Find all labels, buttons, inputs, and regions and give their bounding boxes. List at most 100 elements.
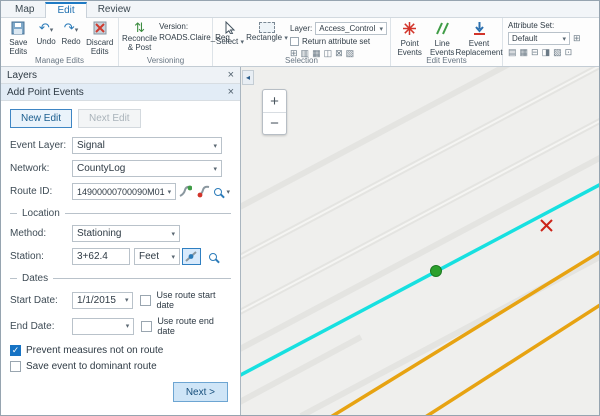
panel-title-bar: Add Point Events ×	[1, 84, 240, 101]
checkbox-icon	[140, 295, 151, 306]
checkbox-icon	[10, 361, 21, 372]
route-id-label: Route ID:	[10, 186, 72, 197]
return-attribute-set-checkbox[interactable]: Return attribute set	[290, 37, 387, 46]
layer-label: Layer:	[290, 24, 312, 33]
zoom-out-button[interactable]: −	[263, 112, 286, 134]
undo-icon: ↶▾	[39, 21, 53, 37]
attr-tool-icon[interactable]: ◨	[542, 47, 551, 58]
group-label-selection: Selection	[213, 56, 390, 66]
ribbon: Save Edits ↶▾ Undo ↷▾ Redo Discard Edits…	[1, 18, 599, 67]
chevron-down-icon: ▾	[284, 35, 288, 42]
dates-section-header: Dates	[10, 273, 231, 284]
map-canvas	[241, 67, 599, 416]
save-dominant-route-checkbox[interactable]: Save event to dominant route	[10, 361, 231, 372]
attribute-set-label: Attribute Set:	[508, 21, 594, 30]
event-point-marker	[431, 266, 442, 277]
point-events-button[interactable]: Point Events	[394, 20, 425, 57]
tab-map[interactable]: Map	[4, 2, 45, 17]
group-label-edit-events: Edit Events	[391, 56, 502, 66]
checkbox-icon	[290, 37, 299, 46]
event-layer-label: Event Layer:	[10, 140, 72, 151]
chevron-down-icon: ▾	[562, 35, 566, 43]
zoom-to-location-icon[interactable]	[203, 248, 222, 265]
layers-pane-header: Layers ×	[1, 67, 240, 84]
network-label: Network:	[10, 163, 72, 174]
next-edit-button[interactable]: Next Edit	[78, 109, 141, 128]
route-id-combo[interactable]: 14900000700090M01 ▾	[72, 183, 176, 200]
station-input[interactable]	[72, 248, 130, 265]
save-edits-button[interactable]: Save Edits	[4, 20, 33, 56]
group-label-versioning: Versioning	[119, 56, 212, 66]
version-label: Version:	[159, 22, 188, 31]
zoom-to-route-icon[interactable]: ▾	[213, 183, 231, 200]
attr-tool-icon[interactable]: ▧	[553, 47, 562, 58]
chevron-down-icon: ▾	[50, 27, 54, 34]
event-replacement-button[interactable]: Event Replacement	[459, 20, 499, 57]
attr-tool-icon[interactable]: ▦	[520, 47, 529, 58]
attribute-tools-row: ▤ ▦ ⊟ ◨ ▧ ⊡	[508, 47, 594, 58]
end-date-picker[interactable]: ▾	[72, 318, 134, 335]
discard-edits-button[interactable]: Discard Edits	[84, 20, 115, 56]
rectangle-select-button[interactable]: Rectangle ▾	[246, 20, 288, 43]
zoom-control: + −	[262, 89, 287, 135]
zoom-in-button[interactable]: +	[263, 90, 286, 112]
close-icon[interactable]: ×	[228, 70, 234, 81]
line-events-button[interactable]: Line Events	[427, 20, 457, 57]
point-events-icon	[402, 21, 417, 39]
pick-location-tool-icon[interactable]	[182, 248, 201, 265]
attr-tool-icon[interactable]: ⊡	[565, 47, 573, 58]
undo-button[interactable]: ↶▾ Undo	[35, 20, 58, 47]
use-route-end-date-checkbox[interactable]: Use route end date	[141, 316, 231, 336]
ribbon-tab-bar: Map Edit Review	[1, 1, 599, 18]
reconcile-icon: ⇅	[134, 21, 145, 34]
start-date-label: Start Date:	[10, 295, 72, 306]
ribbon-group-versioning: ⇅ Reconcile & Post Version: × ROADS.Clai…	[119, 18, 213, 66]
panel-title: Add Point Events	[7, 87, 84, 98]
tab-edit[interactable]: Edit	[45, 2, 86, 18]
attr-tool-icon[interactable]: ▤	[508, 47, 517, 58]
discard-icon	[93, 21, 107, 38]
layers-pane-title: Layers	[7, 70, 37, 81]
map-view[interactable]: ◂ + −	[241, 67, 599, 416]
select-tool-button[interactable]: Select ▾	[216, 20, 244, 47]
ribbon-group-selection: Select ▾ Rectangle ▾ Layer: Access_Contr…	[213, 18, 391, 66]
use-route-start-date-checkbox[interactable]: Use route start date	[140, 290, 231, 310]
checkbox-icon	[141, 321, 152, 332]
redo-button[interactable]: ↷▾ Redo	[60, 20, 83, 47]
select-route-tool-icon[interactable]	[178, 183, 194, 200]
event-replacement-icon	[472, 21, 487, 39]
method-select[interactable]: Stationing ▾	[72, 225, 180, 242]
cursor-icon	[224, 21, 236, 37]
line-events-icon	[435, 21, 450, 39]
next-button[interactable]: Next >	[173, 382, 228, 402]
chevron-down-icon: ▾	[379, 25, 383, 33]
chevron-down-icon: ▾	[168, 188, 172, 196]
location-section-header: Location	[10, 208, 231, 219]
attribute-set-options-icon[interactable]: ⊞	[573, 33, 581, 44]
chevron-down-icon: ▾	[171, 253, 175, 261]
close-icon[interactable]: ×	[228, 87, 234, 98]
end-date-label: End Date:	[10, 321, 72, 332]
redo-icon: ↷▾	[64, 21, 78, 37]
ribbon-group-edit-events: Point Events Line Events Event Replaceme…	[391, 18, 503, 66]
new-edit-button[interactable]: New Edit	[10, 109, 72, 128]
pick-route-tool-icon[interactable]	[196, 183, 212, 200]
network-select[interactable]: CountyLog ▾	[72, 160, 222, 177]
group-label-manage-edits: Manage Edits	[1, 56, 118, 66]
station-unit-select[interactable]: Feet ▾	[134, 248, 180, 265]
layer-select[interactable]: Access_Control ▾	[315, 22, 387, 35]
tab-review[interactable]: Review	[87, 2, 142, 17]
reconcile-post-button[interactable]: ⇅ Reconcile & Post	[122, 20, 157, 53]
collapse-panel-button[interactable]: ◂	[242, 70, 254, 85]
method-label: Method:	[10, 228, 72, 239]
start-date-picker[interactable]: 1/1/2015 ▾	[72, 292, 133, 309]
ribbon-group-attribute-set: Attribute Set: Default ▾ ⊞ ▤ ▦ ⊟ ◨ ▧ ⊡	[503, 18, 599, 66]
event-layer-select[interactable]: Signal ▾	[72, 137, 222, 154]
chevron-down-icon: ▾	[171, 230, 175, 238]
chevron-down-icon: ▾	[213, 165, 217, 173]
attribute-set-select[interactable]: Default ▾	[508, 32, 570, 45]
rectangle-icon	[259, 22, 275, 33]
attr-tool-icon[interactable]: ⊟	[531, 47, 539, 58]
prevent-measures-checkbox[interactable]: ✓ Prevent measures not on route	[10, 345, 231, 356]
save-icon	[11, 21, 25, 38]
